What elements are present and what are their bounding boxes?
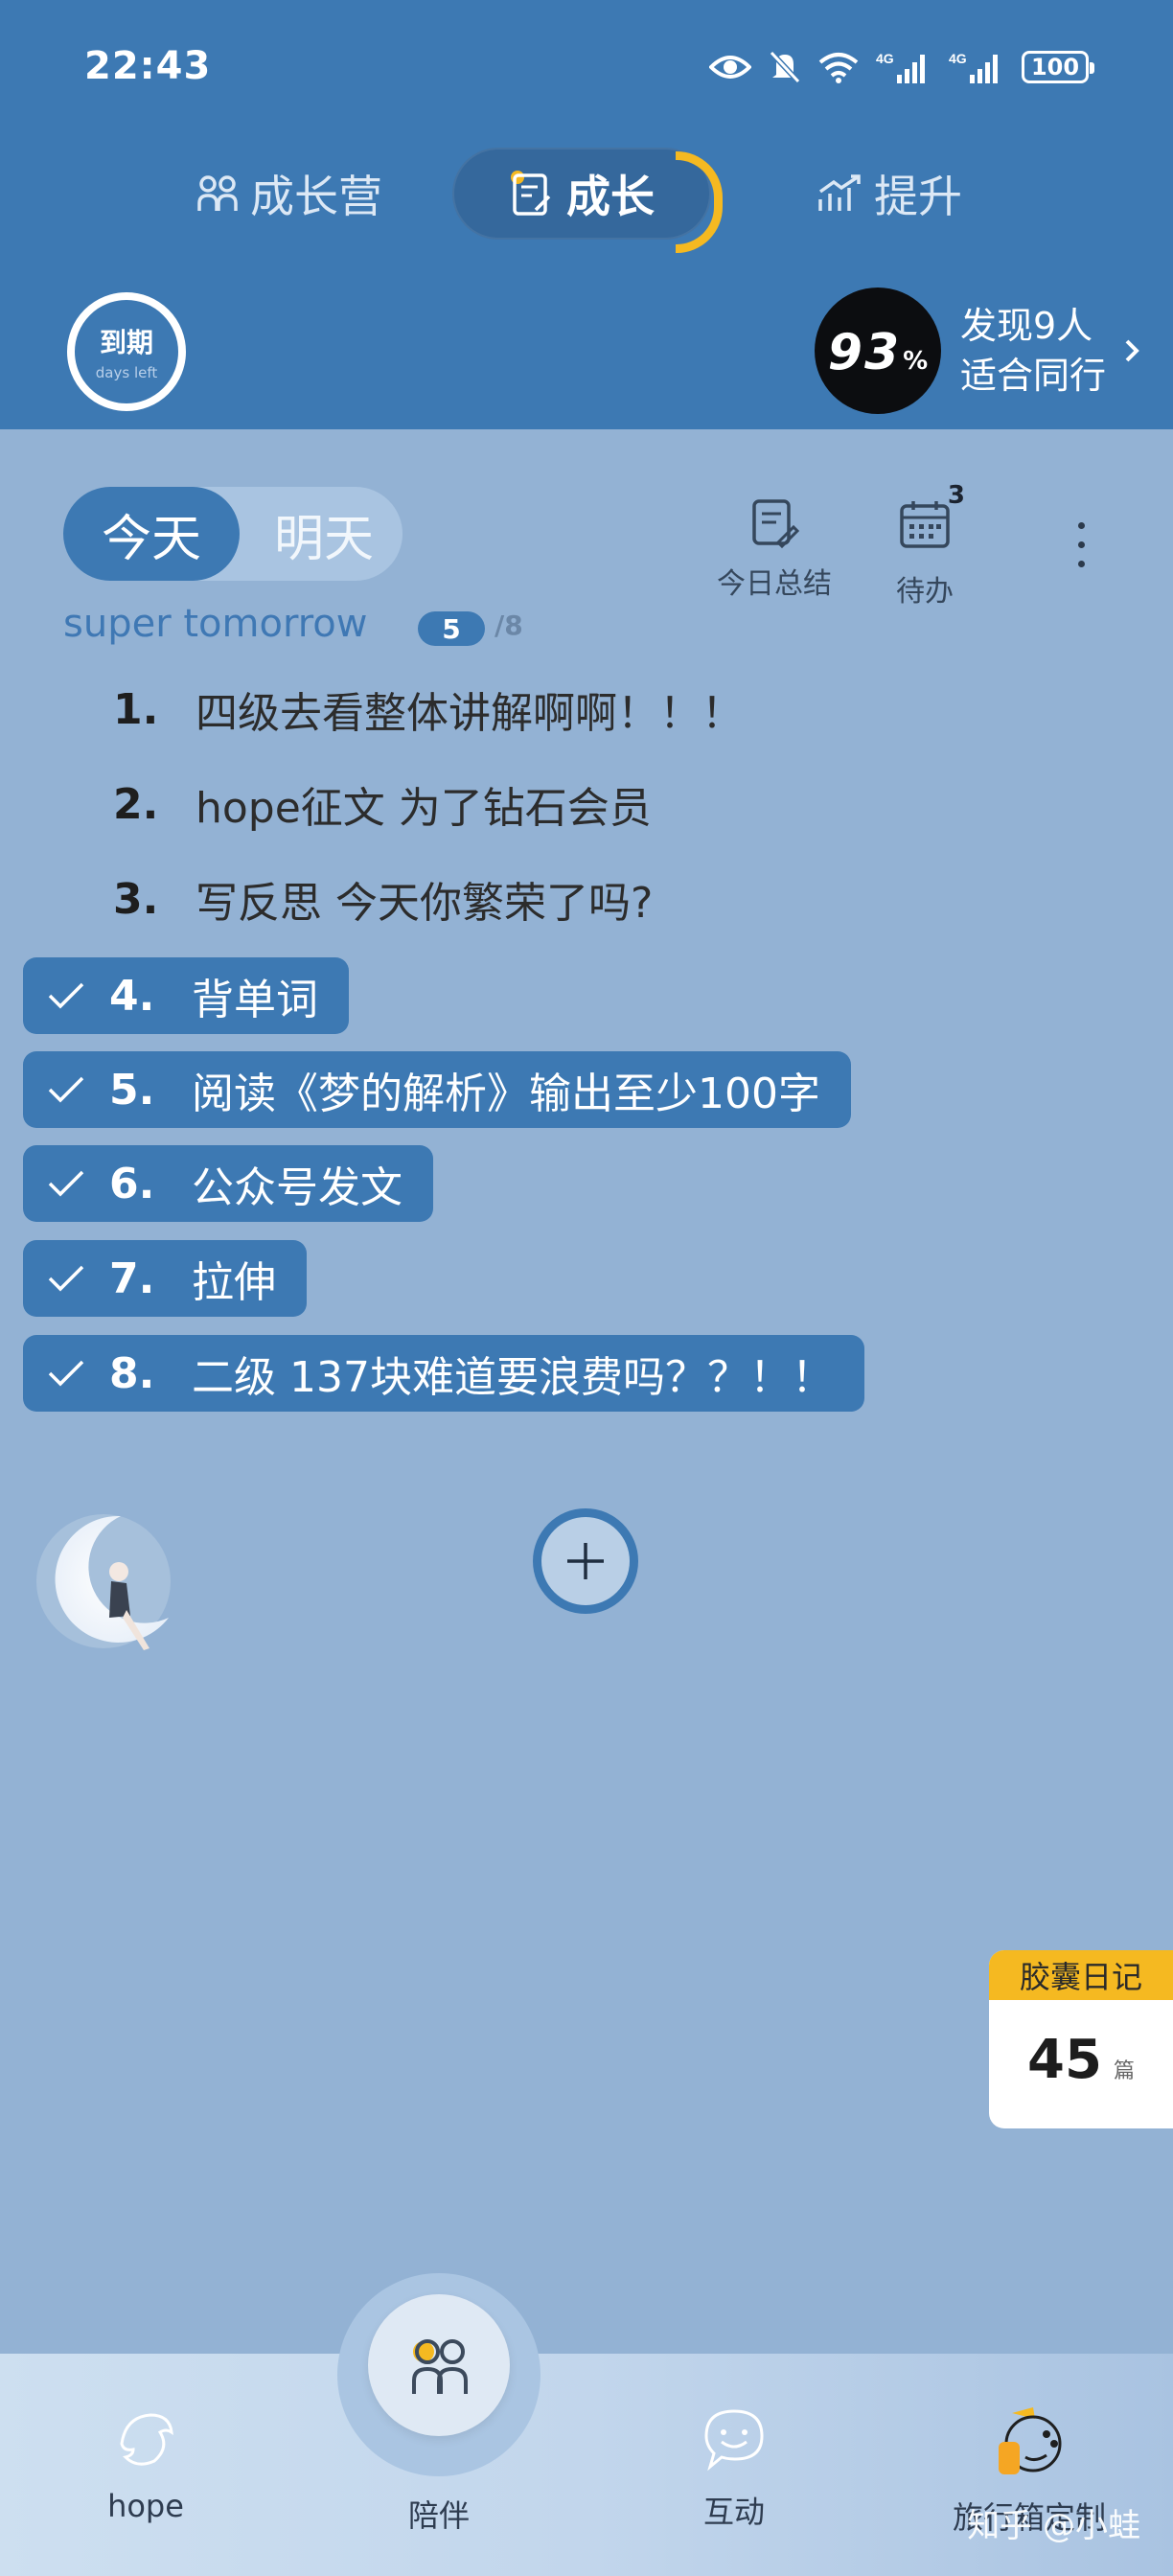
add-task-button[interactable] [533, 1508, 638, 1614]
done-count-badge: 5 [418, 611, 485, 646]
capsule-diary-card[interactable]: 胶囊日记 45 篇 [989, 1950, 1173, 2128]
tab-growth[interactable]: 成长 [452, 148, 723, 253]
task-number: 6. [109, 1159, 155, 1208]
expiry-sub: days left [95, 364, 158, 381]
task-text: 拉伸 [192, 1258, 276, 1307]
battery-indicator: 100 [1022, 51, 1094, 83]
task-number: 3. [113, 874, 159, 924]
eye-icon [709, 56, 751, 79]
note-icon [511, 171, 551, 216]
match-text: 发现9人 适合同行 [960, 301, 1106, 401]
match-panel[interactable]: 93 % 发现9人 适合同行 [815, 288, 1140, 414]
capsule-unit: 篇 [1113, 2059, 1135, 2083]
status-icons: 4G 4G 100 [709, 46, 1094, 88]
match-percent: 93 [827, 324, 902, 381]
task-item[interactable]: 3. 写反思 今天你繁荣了吗? [113, 861, 653, 937]
task-text: 阅读《梦的解析》输出至少100字 [192, 1070, 820, 1118]
top-tabs: 成长营 成长 提升 [0, 144, 1173, 253]
tab-improve[interactable]: 提升 [816, 150, 962, 238]
todo-badge: 3 [947, 481, 965, 510]
task-text: 写反思 今天你繁荣了吗? [196, 879, 654, 928]
expiry-badge[interactable]: 到期 days left [67, 292, 186, 411]
task-text: 背单词 [192, 976, 318, 1024]
status-time: 22:43 [84, 44, 212, 88]
nav-companion-button[interactable] [368, 2294, 510, 2436]
chat-smile-icon [704, 2409, 764, 2472]
tomorrow-toggle[interactable]: 明天 [247, 487, 401, 581]
tab-growth-camp[interactable]: 成长营 [196, 150, 382, 238]
app-header: 22:43 4G 4G 100 成长营 成长 提升 到期 days left 9… [0, 0, 1173, 429]
nav-label: 互动 [702, 2494, 765, 2530]
check-icon [23, 972, 109, 1021]
task-item[interactable]: 2. hope征文 为了钻石会员 [113, 766, 652, 842]
task-item-done[interactable]: 5. 阅读《梦的解析》输出至少100字 [23, 1051, 851, 1128]
plus-icon [567, 1543, 604, 1579]
task-item[interactable]: 1. 四级去看整体讲解啊啊！！！ [113, 671, 744, 748]
task-text: 公众号发文 [192, 1163, 402, 1212]
match-line1: 发现9人 [960, 305, 1093, 347]
tab-label: 提升 [874, 171, 962, 222]
task-number: 4. [109, 971, 155, 1021]
people-icon [197, 175, 238, 211]
task-item-done[interactable]: 7. 拉伸 [23, 1240, 307, 1317]
check-icon [23, 1066, 109, 1115]
tab-label: 成长 [566, 171, 655, 222]
companion-people-icon [412, 2339, 468, 2394]
wifi-icon [818, 53, 859, 83]
capsule-count: 45 [1027, 2029, 1102, 2091]
nav-label: 陪伴 [407, 2497, 470, 2534]
check-icon [23, 1254, 109, 1303]
check-icon [23, 1349, 109, 1398]
match-percent-badge: 93 % [815, 288, 941, 414]
nav-label: hope [107, 2488, 184, 2524]
todo-button[interactable]: 3 待办 [896, 481, 965, 610]
task-number: 1. [113, 684, 159, 734]
signal-label: 4G [949, 51, 967, 66]
moon-girl-illustration [36, 1514, 171, 1650]
task-item-done[interactable]: 4. 背单词 [23, 957, 349, 1034]
signal-4g-icon: 4G [876, 51, 925, 83]
check-icon [23, 1160, 109, 1208]
tab-label: 成长营 [250, 171, 382, 222]
bell-off-icon [769, 50, 801, 84]
daily-summary-label: 今日总结 [717, 567, 832, 601]
nav-interact[interactable]: 互动 [629, 2405, 840, 2532]
total-count: /8 [494, 610, 523, 641]
day-switch: 今天 明天 [63, 487, 402, 581]
expiry-label: 到期 [99, 327, 153, 358]
task-item-done[interactable]: 6. 公众号发文 [23, 1145, 433, 1222]
nav-companion[interactable]: 陪伴 [334, 2492, 544, 2536]
task-text: 二级 137块难道要浪费吗？？！！ [192, 1353, 834, 1402]
task-number: 2. [113, 779, 159, 829]
signal-4g-icon: 4G [949, 51, 998, 83]
trend-up-icon [818, 174, 861, 211]
daily-summary-button[interactable]: 今日总结 [717, 498, 832, 602]
today-toggle[interactable]: 今天 [63, 487, 240, 581]
summary-note-icon [752, 499, 799, 549]
task-item-done[interactable]: 8. 二级 137块难道要浪费吗？？！！ [23, 1335, 864, 1412]
task-text: 四级去看整体讲解啊啊！！！ [196, 689, 744, 738]
watermark: 知乎 @小蛙 [967, 2507, 1140, 2545]
match-line2: 适合同行 [960, 355, 1107, 397]
task-text: hope征文 为了钻石会员 [196, 784, 652, 833]
capsule-title: 胶囊日记 [989, 1950, 1173, 2000]
more-menu-icon[interactable] [1075, 522, 1087, 580]
calendar-icon [900, 501, 950, 548]
todo-label: 待办 [896, 575, 954, 609]
suitcase-face-icon [999, 2407, 1062, 2474]
nav-hope[interactable]: hope [40, 2405, 251, 2524]
task-number: 5. [109, 1065, 155, 1115]
task-number: 8. [109, 1348, 155, 1398]
task-number: 7. [109, 1254, 155, 1303]
match-percent-sign: % [903, 347, 929, 376]
chevron-right-icon [1125, 339, 1139, 362]
signal-label: 4G [876, 51, 894, 66]
bird-icon [120, 2413, 173, 2466]
list-name[interactable]: super tomorrow [63, 602, 367, 646]
